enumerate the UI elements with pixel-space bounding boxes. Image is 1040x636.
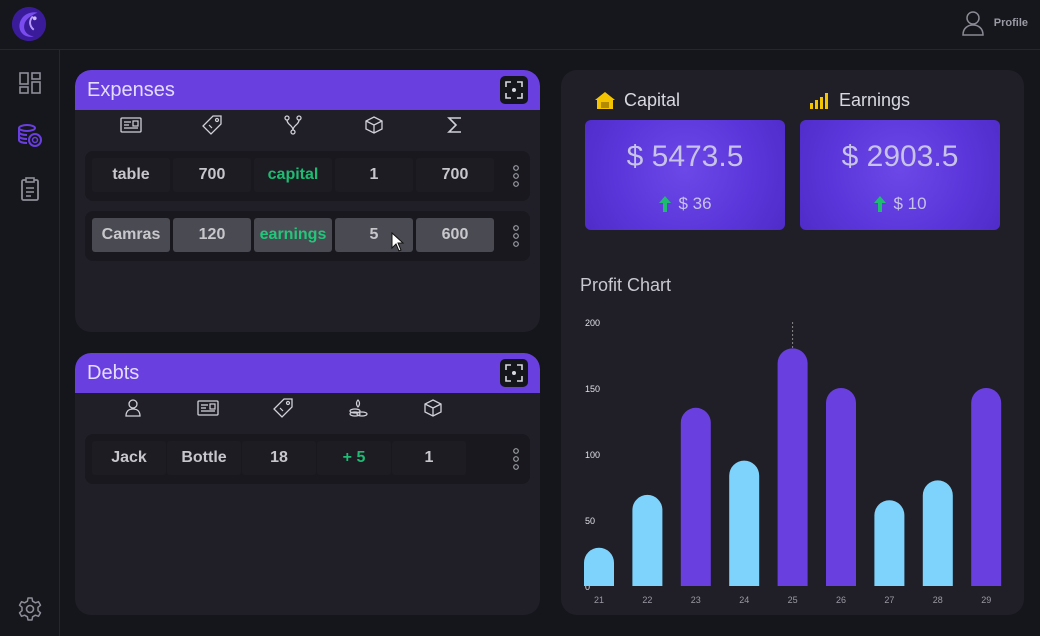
expense-row[interactable]: Camras 120 earnings 5 600 <box>85 211 530 261</box>
branch-icon <box>284 115 302 135</box>
x-tick-label: 21 <box>594 595 604 605</box>
coins-icon[interactable] <box>17 122 43 148</box>
box-icon <box>365 116 383 134</box>
debts-panel: Debts Jack Bottle 18 + 5 1 <box>75 353 540 615</box>
y-tick-label: 50 <box>585 516 595 526</box>
capital-title: Capital <box>624 90 681 110</box>
capital-delta: $ 36 <box>585 194 785 214</box>
earnings-heading: Earnings <box>809 90 910 111</box>
expense-quantity: 1 <box>335 158 413 192</box>
coins-icon <box>349 399 368 417</box>
expense-quantity: 5 <box>335 218 413 252</box>
debt-price: 18 <box>242 441 316 475</box>
chart-bar[interactable] <box>777 348 808 586</box>
chart-title: Profit Chart <box>580 275 672 295</box>
earnings-delta: $ 10 <box>800 194 1000 214</box>
debt-quantity: 1 <box>392 441 466 475</box>
sidebar <box>0 50 60 636</box>
more-options-icon[interactable] <box>512 224 520 248</box>
chart-bar[interactable] <box>729 460 760 586</box>
earnings-delta-value: $ 10 <box>893 194 927 213</box>
id-card-icon <box>197 400 219 416</box>
expense-price: 120 <box>173 218 251 252</box>
profile-label[interactable]: Profile <box>994 17 1028 29</box>
chart-bar[interactable] <box>971 388 1002 586</box>
expenses-title: Expenses <box>87 78 175 101</box>
sigma-icon <box>447 117 461 133</box>
earnings-title: Earnings <box>839 90 911 110</box>
debts-column-icons <box>75 393 540 423</box>
expense-name: Camras <box>92 218 170 252</box>
arrow-up-icon <box>874 196 887 212</box>
bar-chart-icon <box>810 92 828 109</box>
dashboard-icon[interactable] <box>17 70 43 96</box>
capital-heading: Capital <box>594 90 680 111</box>
chart-bar[interactable] <box>922 480 953 586</box>
x-tick-label: 22 <box>642 595 652 605</box>
bank-icon <box>595 91 615 109</box>
expense-category: earnings <box>254 218 332 252</box>
top-bar: Profile <box>0 0 1040 50</box>
y-tick-label: 150 <box>585 384 600 394</box>
debt-person: Jack <box>92 441 166 475</box>
expense-row[interactable]: table 700 capital 1 700 <box>85 151 530 201</box>
chart-bar[interactable] <box>874 500 905 586</box>
x-tick-label: 29 <box>981 595 991 605</box>
debt-item: Bottle <box>167 441 241 475</box>
chart-bar[interactable] <box>632 494 663 586</box>
focus-icon <box>505 364 523 382</box>
gear-icon[interactable] <box>17 596 43 622</box>
profile-menu[interactable]: Profile <box>962 10 1028 36</box>
price-tag-icon <box>202 115 222 135</box>
box-icon <box>424 399 442 417</box>
x-tick-label: 27 <box>884 595 894 605</box>
debt-row[interactable]: Jack Bottle 18 + 5 1 <box>85 434 530 484</box>
expenses-panel: Expenses table 700 capital 1 700 Camras … <box>75 70 540 332</box>
capital-value: $ 5473.5 <box>626 140 744 173</box>
price-tag-icon <box>273 398 293 418</box>
profit-chart: 05010015020021 22 23 24 25 26 27 28 29 <box>584 318 1002 605</box>
chart-bar[interactable] <box>826 388 856 586</box>
expense-category: capital <box>254 158 332 192</box>
earnings-value: $ 2903.5 <box>841 140 959 173</box>
y-tick-label: 100 <box>585 450 600 460</box>
expense-price: 700 <box>173 158 251 192</box>
focus-icon <box>505 81 523 99</box>
y-tick-label: 200 <box>585 318 600 328</box>
x-tick-label: 28 <box>933 595 943 605</box>
expenses-expand-button[interactable] <box>500 76 528 104</box>
x-tick-label: 24 <box>739 595 749 605</box>
chart-bar[interactable] <box>680 407 711 586</box>
debts-title: Debts <box>87 361 140 384</box>
user-icon <box>962 11 984 36</box>
debts-header: Debts <box>75 353 540 393</box>
expense-total: 700 <box>416 158 494 192</box>
x-tick-label: 26 <box>836 595 846 605</box>
more-options-icon[interactable] <box>512 447 520 471</box>
expense-total: 600 <box>416 218 494 252</box>
logo-icon[interactable] <box>10 5 48 43</box>
debt-change: + 5 <box>317 441 391 475</box>
arrow-up-icon <box>659 196 672 212</box>
id-card-icon <box>120 117 142 133</box>
clipboard-icon[interactable] <box>17 176 43 202</box>
earnings-card: $ 2903.5 $ 10 <box>800 120 1000 230</box>
debts-expand-button[interactable] <box>500 359 528 387</box>
expenses-header: Expenses <box>75 70 540 110</box>
chart-bar[interactable] <box>584 547 614 586</box>
capital-delta-value: $ 36 <box>678 194 712 213</box>
capital-card: $ 5473.5 $ 36 <box>585 120 785 230</box>
person-icon <box>125 399 141 417</box>
expense-name: table <box>92 158 170 192</box>
x-tick-label: 25 <box>788 595 798 605</box>
x-tick-label: 23 <box>691 595 701 605</box>
more-options-icon[interactable] <box>512 164 520 188</box>
expenses-column-icons <box>75 110 540 140</box>
